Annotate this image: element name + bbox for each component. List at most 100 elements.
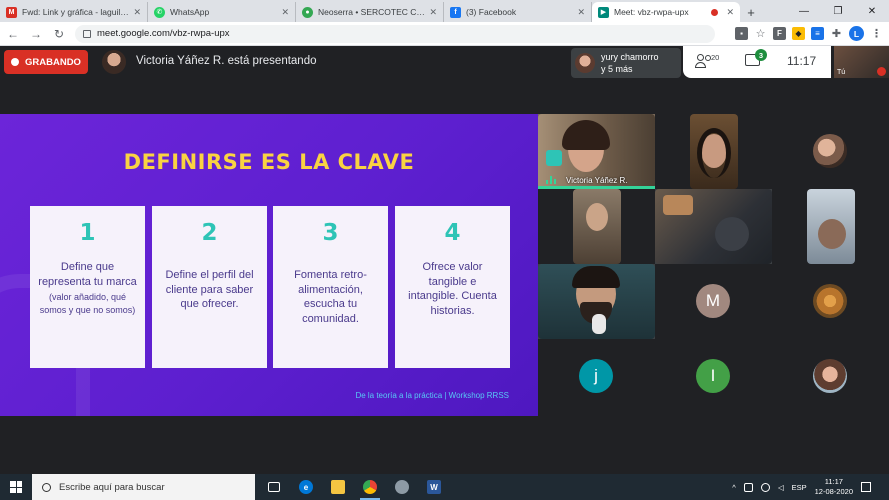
taskbar-date: 12-08-2020 <box>814 487 853 496</box>
participant-tile-12[interactable] <box>772 339 889 414</box>
back-arrow-icon[interactable]: ← <box>3 24 23 44</box>
lock-icon <box>83 29 91 38</box>
address-bar[interactable]: meet.google.com/vbz-rwpa-upx <box>75 24 715 43</box>
neoserra-icon: ● <box>302 6 313 18</box>
star-icon[interactable]: ☆ <box>754 27 767 40</box>
card-note: (valor añadido, qué somos y que no somos… <box>39 292 136 315</box>
logo-icon <box>546 150 562 166</box>
notification-icon[interactable] <box>861 482 871 492</box>
maximize-icon[interactable]: ❐ <box>821 0 855 22</box>
search-placeholder: Escribe aquí para buscar <box>59 481 165 493</box>
taskbar-word[interactable]: W <box>418 474 450 500</box>
slide-card-2: 2 Define el perfil del cliente para sabe… <box>152 206 267 368</box>
chevron-up-icon[interactable]: ^ <box>732 483 736 492</box>
presenter-status: Victoria Yáñez R. está presentando <box>136 55 317 67</box>
meeting-clock: 11:17 <box>787 54 817 68</box>
slide-card-1: 1 Define que representa tu marca (valor … <box>30 206 145 368</box>
task-view-button[interactable] <box>258 474 290 500</box>
windows-logo-icon <box>10 481 22 493</box>
participant-tile-presenter[interactable]: Victoria Yáñez R. <box>538 114 655 189</box>
participant-tile-6[interactable] <box>772 189 889 264</box>
self-label: Tú <box>837 69 846 76</box>
tab-whatsapp[interactable]: ✆ WhatsApp ✕ <box>148 2 296 22</box>
close-window-icon[interactable]: ✕ <box>855 0 889 22</box>
participant-tile-5[interactable] <box>655 189 772 264</box>
camera-icon[interactable]: ▪ <box>735 27 748 40</box>
participant-tile-m[interactable]: M <box>655 264 772 339</box>
recording-label: GRABANDO <box>25 56 81 68</box>
tab-neoserra[interactable]: ● Neoserra • SERCOTEC Chile ✕ <box>296 2 444 22</box>
volume-icon[interactable]: ◁ <box>778 483 784 492</box>
taskbar-explorer[interactable] <box>322 474 354 500</box>
forward-arrow-icon[interactable]: → <box>26 24 46 44</box>
people-count: 20 <box>711 53 720 62</box>
tab-title: Fwd: Link y gráfica - laguilera@... <box>22 7 129 17</box>
menu-dots-icon[interactable]: ⋮ <box>870 27 883 40</box>
slide-card-3: 3 Fomenta retro-alimentación, escucha tu… <box>273 206 388 368</box>
new-tab-button[interactable]: + <box>740 2 762 22</box>
participant-tile-i[interactable]: I <box>655 339 772 414</box>
minimize-icon[interactable]: — <box>787 0 821 22</box>
battery-icon[interactable] <box>743 482 753 492</box>
joiner-extra: y 5 más <box>601 64 633 74</box>
puzzle-icon[interactable]: ✚ <box>830 27 843 40</box>
slide-footer: De la teoría a la práctica | Workshop RR… <box>355 391 509 400</box>
tab-title: WhatsApp <box>170 7 210 17</box>
participant-tile-2[interactable] <box>655 114 772 189</box>
close-icon[interactable]: ✕ <box>429 7 437 18</box>
taskbar-edge[interactable]: e <box>290 474 322 500</box>
folder-icon <box>331 480 345 494</box>
self-view-tile[interactable]: Tú <box>834 46 889 78</box>
tab-gmail[interactable]: M Fwd: Link y gráfica - laguilera@... ✕ <box>0 2 148 22</box>
card-number: 2 <box>201 220 218 246</box>
browser-tab-strip: M Fwd: Link y gráfica - laguilera@... ✕ … <box>0 0 889 22</box>
card-number: 4 <box>444 220 461 246</box>
profile-avatar[interactable]: L <box>849 26 864 41</box>
mic-off-icon <box>877 67 886 76</box>
taskbar-search[interactable]: Escribe aquí para buscar <box>32 474 255 500</box>
card-text: Define que representa tu marca <box>38 261 137 288</box>
record-icon <box>11 58 19 66</box>
card-text: Fomenta retro-alimentación, escucha tu c… <box>294 269 367 325</box>
meet-controls: 20 3 11:17 <box>683 46 831 78</box>
participant-tile-4[interactable] <box>538 189 655 264</box>
extension-app-icon[interactable]: ◆ <box>792 27 805 40</box>
joiner-avatar <box>575 53 595 73</box>
presenter-avatar <box>102 50 126 74</box>
taskbar-app[interactable] <box>386 474 418 500</box>
edge-icon: e <box>299 480 313 494</box>
close-icon[interactable]: ✕ <box>726 7 734 18</box>
participant-avatar: j <box>579 359 613 393</box>
tab-title: Neoserra • SERCOTEC Chile <box>318 7 426 17</box>
extension-f-icon[interactable]: F <box>773 27 786 40</box>
card-number: 1 <box>79 220 96 246</box>
reload-icon[interactable]: ↻ <box>49 24 69 44</box>
tab-facebook[interactable]: f (3) Facebook ✕ <box>444 2 592 22</box>
close-icon[interactable]: ✕ <box>577 7 585 18</box>
slide-title: DEFINIRSE ES LA CLAVE <box>123 150 415 174</box>
taskbar-time: 11:17 <box>824 477 843 486</box>
extension-m-icon[interactable]: ≡ <box>811 27 824 40</box>
participant-tile-j[interactable]: j <box>538 339 655 414</box>
taskbar-chrome[interactable] <box>354 474 386 500</box>
tab-meet[interactable]: ▶ Meet: vbz-rwpa-upx ✕ <box>592 2 740 22</box>
recording-badge[interactable]: GRABANDO <box>4 50 88 74</box>
taskbar-clock[interactable]: 11:17 12-08-2020 <box>815 477 853 497</box>
participant-tile-3[interactable] <box>772 114 889 189</box>
word-icon: W <box>427 480 441 494</box>
extension-icons: ▪ ☆ F ◆ ≡ ✚ L ⋮ <box>735 26 889 41</box>
start-button[interactable] <box>0 474 32 500</box>
close-icon[interactable]: ✕ <box>281 7 289 18</box>
participant-tile-7[interactable] <box>538 264 655 339</box>
participant-tile-9[interactable] <box>772 264 889 339</box>
participant-photo <box>813 284 847 318</box>
tab-title: (3) Facebook <box>466 7 517 17</box>
close-icon[interactable]: ✕ <box>133 7 141 18</box>
chat-badge: 3 <box>755 49 767 61</box>
network-icon[interactable] <box>760 482 770 492</box>
language-indicator[interactable]: ESP <box>792 483 807 492</box>
card-text: Ofrece valor tangible e intangible. Cuen… <box>408 261 497 317</box>
joined-notification[interactable]: yury chamorro y 5 más <box>571 48 681 78</box>
window-controls: — ❐ ✕ <box>787 0 889 22</box>
presented-slide: DEFINIRSE ES LA CLAVE 1 Define que repre… <box>0 114 538 416</box>
